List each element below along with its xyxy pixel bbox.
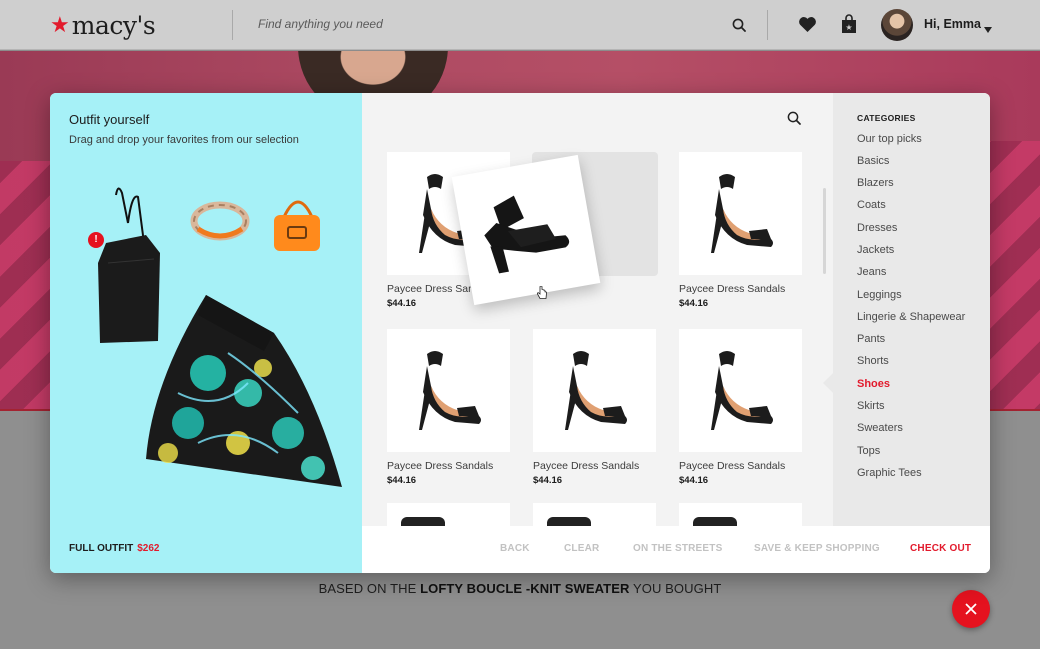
black-top-item[interactable] — [98, 187, 160, 343]
category-graphic-tees[interactable]: Graphic Tees — [857, 467, 922, 479]
category-tops[interactable]: Tops — [857, 445, 880, 457]
sandal-image — [418, 350, 481, 430]
product-card[interactable]: Paycee Dress Sandals $44.16 — [679, 152, 802, 309]
outfit-price: $262 — [137, 543, 160, 554]
avatar[interactable] — [881, 9, 913, 41]
category-pants[interactable]: Pants — [857, 333, 885, 345]
product-image[interactable] — [387, 329, 510, 452]
categories-sidebar: CATEGORIES Our top picks Basics Blazers … — [823, 93, 990, 526]
product-price: $44.16 — [387, 475, 417, 486]
categories-title: CATEGORIES — [857, 113, 916, 123]
back-button[interactable]: BACK — [500, 543, 530, 554]
sandal-image — [710, 350, 773, 430]
category-jeans[interactable]: Jeans — [857, 266, 886, 278]
outfit-canvas[interactable] — [88, 183, 368, 503]
purchased-product-name[interactable]: LOFTY BOUCLE -KNIT SWEATER — [420, 581, 629, 596]
product-card-partial[interactable] — [533, 503, 656, 528]
close-icon — [965, 603, 977, 615]
category-coats[interactable]: Coats — [857, 199, 886, 211]
category-leggings[interactable]: Leggings — [857, 289, 902, 301]
product-grid: Paycee Dress Sandals $44.16 Paycee Dress… — [362, 93, 833, 573]
floral-skirt-item[interactable] — [146, 295, 342, 487]
heart-icon[interactable] — [798, 16, 817, 38]
category-basics[interactable]: Basics — [857, 155, 889, 167]
product-card[interactable]: Paycee Dress Sandals $44.16 — [387, 329, 510, 486]
top-header: ★ macy's Find anything you need ★ Hi, Em… — [0, 0, 1040, 50]
product-name[interactable]: Paycee Dress Sandals — [679, 460, 802, 472]
search-icon[interactable] — [787, 111, 801, 130]
outfit-panel: Outfit yourself Drag and drop your favor… — [50, 93, 362, 573]
product-card[interactable]: Paycee Dress Sandals $44.16 — [679, 329, 802, 486]
category-jackets[interactable]: Jackets — [857, 244, 894, 256]
svg-text:★: ★ — [845, 23, 852, 32]
on-the-streets-button[interactable]: ON THE STREETS — [633, 543, 722, 554]
category-sweaters[interactable]: Sweaters — [857, 422, 903, 434]
divider — [767, 10, 768, 40]
outfit-subtitle: Drag and drop your favorites from our se… — [69, 134, 299, 146]
product-name[interactable]: Paycee Dress Sandals — [533, 460, 656, 472]
product-price: $44.16 — [679, 298, 709, 309]
category-blazers[interactable]: Blazers — [857, 177, 894, 189]
product-image[interactable] — [533, 329, 656, 452]
product-price: $44.16 — [679, 475, 709, 486]
platform-sandal-image — [484, 195, 570, 274]
close-fab-button[interactable] — [952, 590, 990, 628]
orange-bag-item[interactable] — [274, 200, 320, 251]
product-name[interactable]: Paycee Dress Sandals — [679, 283, 802, 295]
clear-button[interactable]: CLEAR — [564, 543, 599, 554]
category-shoes[interactable]: Shoes — [857, 378, 890, 390]
full-outfit-total: FULL OUTFIT $262 — [69, 543, 160, 554]
product-image[interactable] — [679, 329, 802, 452]
search-input[interactable]: Find anything you need — [258, 17, 383, 31]
product-price: $44.16 — [533, 475, 563, 486]
product-image[interactable] — [679, 152, 802, 275]
bracelet-item[interactable] — [190, 201, 250, 241]
chevron-down-icon[interactable] — [984, 20, 992, 38]
hand-cursor-icon — [536, 285, 548, 305]
star-icon: ★ — [50, 12, 70, 37]
product-card-partial[interactable] — [387, 503, 510, 528]
sandal-image — [564, 350, 627, 430]
checkout-button[interactable]: CHECK OUT — [910, 543, 971, 554]
divider — [232, 10, 233, 40]
product-card[interactable]: Paycee Dress Sandals $44.16 — [533, 329, 656, 486]
category-skirts[interactable]: Skirts — [857, 400, 885, 412]
modal-footer: BACK CLEAR ON THE STREETS SAVE & KEEP SH… — [362, 526, 990, 573]
macys-logo[interactable]: ★ macy's — [50, 11, 156, 40]
shopping-bag-icon[interactable]: ★ — [841, 14, 857, 39]
category-lingerie-shapewear[interactable]: Lingerie & Shapewear — [857, 311, 965, 323]
scrollbar[interactable] — [823, 188, 826, 274]
category-our-top-picks[interactable]: Our top picks — [857, 133, 922, 145]
recommendation-heading: BASED ON THE LOFTY BOUCLE -KNIT SWEATER … — [318, 581, 722, 596]
category-dresses[interactable]: Dresses — [857, 222, 897, 234]
product-card-partial[interactable] — [679, 503, 802, 528]
search-icon[interactable] — [732, 18, 746, 37]
category-shorts[interactable]: Shorts — [857, 355, 889, 367]
user-greeting[interactable]: Hi, Emma — [924, 17, 981, 31]
outfit-builder-modal: Outfit yourself Drag and drop your favor… — [50, 93, 990, 573]
save-keep-shopping-button[interactable]: SAVE & KEEP SHOPPING — [754, 543, 880, 554]
outfit-title: Outfit yourself — [69, 112, 150, 127]
dragged-product[interactable] — [451, 154, 601, 306]
item-alert-badge[interactable]: ! — [88, 232, 104, 248]
product-name[interactable]: Paycee Dress Sandals — [387, 460, 510, 472]
sandal-image — [710, 173, 773, 253]
